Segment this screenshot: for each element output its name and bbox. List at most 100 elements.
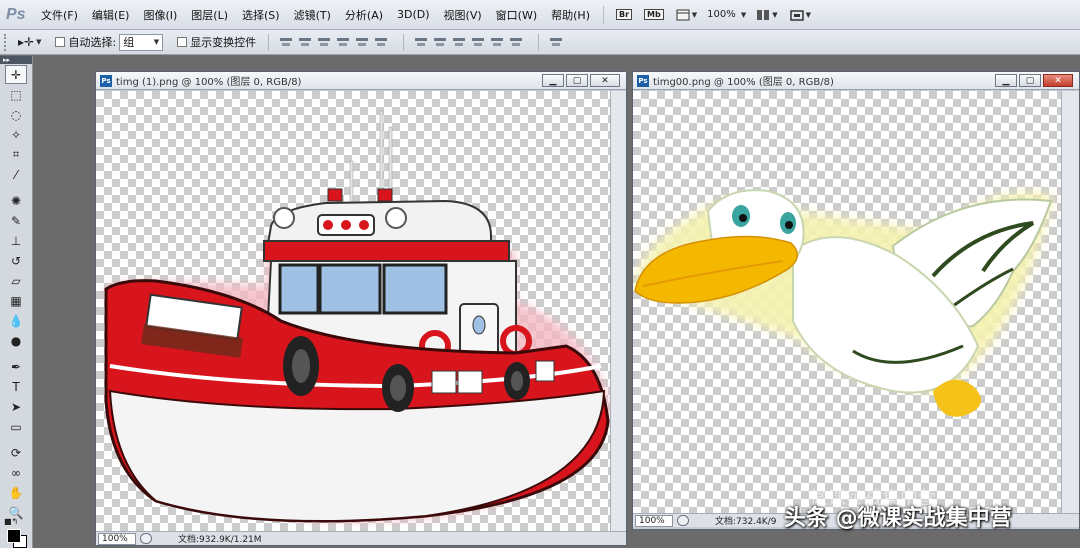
align-top-icon[interactable] <box>279 36 294 49</box>
close-button[interactable]: ✕ <box>1043 74 1073 87</box>
document-titlebar[interactable]: Ps timg00.png @ 100% (图层 0, RGB/8) ▁ ▢ ✕ <box>633 72 1079 90</box>
auto-select-checkbox[interactable] <box>55 37 66 47</box>
path-selection-tool-icon[interactable]: ➤ <box>5 397 27 416</box>
vertical-scrollbar[interactable] <box>610 91 626 531</box>
status-info-icon[interactable] <box>140 533 152 544</box>
move-tool-icon: ▸✛ <box>18 35 35 49</box>
menu-3d[interactable]: 3D(D) <box>390 8 437 21</box>
document-canvas[interactable] <box>96 91 610 531</box>
chevron-down-icon: ▼ <box>36 38 42 46</box>
chevron-down-icon: ▼ <box>740 11 747 19</box>
toolbox-divider <box>0 350 32 356</box>
show-transform-option[interactable]: 显示变换控件 <box>177 34 256 50</box>
document-statusbar: 100% 文档:932.9K/1.21M <box>96 531 626 545</box>
maximize-button[interactable]: ▢ <box>1019 74 1041 87</box>
eraser-tool-icon[interactable]: ▱ <box>5 271 27 290</box>
move-tool-icon[interactable]: ✛ <box>5 65 27 84</box>
status-info-icon[interactable] <box>677 515 689 526</box>
lasso-tool-icon[interactable]: ◌ <box>5 105 27 124</box>
menu-help[interactable]: 帮助(H) <box>544 7 597 23</box>
bridge-button[interactable]: Br <box>613 5 635 25</box>
arrange-documents-button[interactable]: ▼ <box>753 5 780 25</box>
menu-analysis[interactable]: 分析(A) <box>338 7 390 23</box>
chevron-down-icon: ▼ <box>805 10 812 19</box>
menu-window[interactable]: 窗口(W) <box>489 7 544 23</box>
document-size[interactable]: 文档:932.9K/1.21M <box>178 532 262 545</box>
document-size[interactable]: 文档:732.4K/9 <box>715 514 776 527</box>
blur-tool-icon[interactable]: 💧 <box>5 311 27 330</box>
quick-selection-tool-icon[interactable]: ✧ <box>5 125 27 144</box>
align-right-icon[interactable] <box>374 36 389 49</box>
distribute-bottom-icon[interactable] <box>452 36 467 49</box>
show-transform-checkbox[interactable] <box>177 37 188 47</box>
menu-file[interactable]: 文件(F) <box>34 7 85 23</box>
3d-rotate-tool-icon[interactable]: ⟳ <box>5 443 27 462</box>
zoom-field[interactable]: 100% <box>98 532 136 545</box>
distribute-right-icon[interactable] <box>509 36 524 49</box>
align-bottom-icon[interactable] <box>317 36 332 49</box>
minimize-button[interactable]: ▁ <box>995 74 1017 87</box>
menu-divider <box>602 5 604 24</box>
view-extras-icon <box>676 9 690 20</box>
gradient-tool-icon[interactable]: ▦ <box>5 291 27 310</box>
toolbox: ▸▸ ✛ ⬚ ◌ ✧ ⌗ ⁄ ✺ ✎ ⊥ ↺ ▱ ▦ 💧 ● ✒ T ➤ ▭ ⟳… <box>0 56 33 548</box>
menu-select[interactable]: 选择(S) <box>235 7 287 23</box>
align-vertical-center-icon[interactable] <box>298 36 313 49</box>
zoom-level-value: 100% <box>707 9 736 20</box>
mini-bridge-icon: Mb <box>644 9 664 20</box>
history-brush-tool-icon[interactable]: ↺ <box>5 251 27 270</box>
dodge-tool-icon[interactable]: ● <box>5 331 27 350</box>
align-left-icon[interactable] <box>336 36 351 49</box>
eyedropper-tool-icon[interactable]: ⁄ <box>5 165 27 184</box>
mini-bridge-button[interactable]: Mb <box>641 5 667 25</box>
marquee-tool-icon[interactable]: ⬚ <box>5 85 27 104</box>
default-colors-icon[interactable]: ■↰ <box>4 517 18 526</box>
3d-orbit-tool-icon[interactable]: ∞ <box>5 463 27 482</box>
pen-tool-icon[interactable]: ✒ <box>5 357 27 376</box>
distribute-left-icon[interactable] <box>471 36 486 49</box>
auto-select-option[interactable]: 自动选择: 组 ▼ <box>55 33 164 51</box>
bridge-icon: Br <box>615 9 633 20</box>
ps-document-icon: Ps <box>637 74 649 87</box>
menu-edit[interactable]: 编辑(E) <box>85 7 137 23</box>
view-extras-button[interactable]: ▼ <box>673 5 700 25</box>
tool-preset-picker[interactable]: ▸✛ ▼ <box>18 35 41 49</box>
clone-stamp-tool-icon[interactable]: ⊥ <box>5 231 27 250</box>
screen-mode-button[interactable]: ▼ <box>787 5 814 25</box>
photoshop-logo: Ps <box>6 5 26 23</box>
options-divider <box>268 33 270 51</box>
chevron-down-icon: ▼ <box>691 10 698 19</box>
document-titlebar[interactable]: Ps timg (1).png @ 100% (图层 0, RGB/8) ▁ ▢… <box>96 72 626 90</box>
type-tool-icon[interactable]: T <box>5 377 27 396</box>
vertical-scrollbar[interactable] <box>1061 91 1079 513</box>
options-bar-grip[interactable] <box>4 33 8 51</box>
maximize-button[interactable]: ▢ <box>566 74 588 87</box>
auto-align-layers-icon[interactable] <box>549 36 564 49</box>
menu-layer[interactable]: 图层(L) <box>184 7 235 23</box>
hand-tool-icon[interactable]: ✋ <box>5 483 27 502</box>
options-bar: ▸✛ ▼ 自动选择: 组 ▼ 显示变换控件 <box>0 30 1080 55</box>
toolbox-collapse-icon[interactable]: ▸▸ <box>0 56 32 64</box>
document-canvas[interactable] <box>633 91 1061 513</box>
auto-select-label: 自动选择: <box>68 36 117 49</box>
distribute-vertical-center-icon[interactable] <box>433 36 448 49</box>
align-horizontal-center-icon[interactable] <box>355 36 370 49</box>
brush-tool-icon[interactable]: ✎ <box>5 211 27 230</box>
zoom-field[interactable]: 100% <box>635 514 673 527</box>
menu-image[interactable]: 图像(I) <box>136 7 184 23</box>
auto-select-dropdown[interactable]: 组 ▼ <box>119 33 164 51</box>
shape-tool-icon[interactable]: ▭ <box>5 417 27 436</box>
foreground-color-swatch[interactable] <box>7 529 21 543</box>
distribute-horizontal-center-icon[interactable] <box>490 36 505 49</box>
document-title: timg00.png @ 100% (图层 0, RGB/8) <box>653 77 834 88</box>
minimize-button[interactable]: ▁ <box>542 74 564 87</box>
zoom-level-select[interactable]: 100% ▼ <box>703 9 750 20</box>
spot-healing-tool-icon[interactable]: ✺ <box>5 191 27 210</box>
menu-filter[interactable]: 滤镜(T) <box>287 7 338 23</box>
menu-view[interactable]: 视图(V) <box>437 7 489 23</box>
close-button[interactable]: ✕ <box>590 74 620 87</box>
auto-select-value: 组 <box>123 36 135 49</box>
distribute-top-icon[interactable] <box>414 36 429 49</box>
crop-tool-icon[interactable]: ⌗ <box>5 145 27 164</box>
toolbox-divider <box>0 436 32 442</box>
